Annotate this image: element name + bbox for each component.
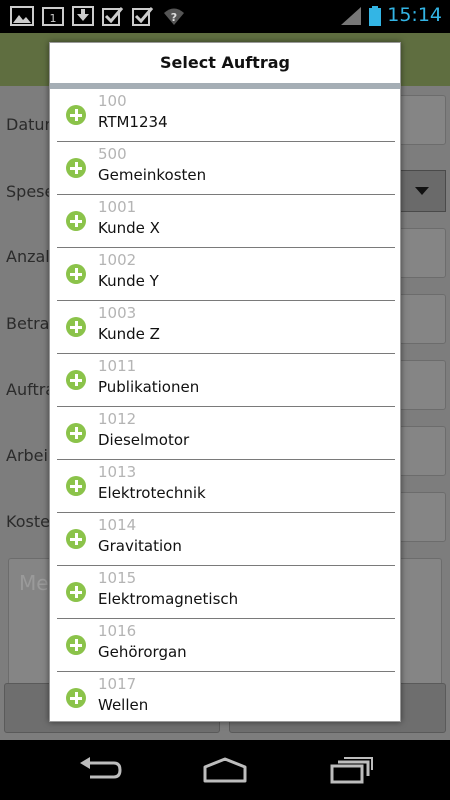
item-code: 1013 — [98, 463, 137, 481]
form-label-kosten: Koste — [6, 512, 50, 531]
dialog-title: Select Auftrag — [160, 53, 290, 72]
add-icon — [66, 317, 86, 337]
battery-icon — [369, 6, 381, 26]
item-name: Gemeinkosten — [98, 166, 207, 184]
add-icon — [66, 105, 86, 125]
item-name: Elektromagnetisch — [98, 590, 239, 608]
download-icon — [72, 6, 94, 26]
list-item[interactable]: 1012 Dieselmotor — [57, 407, 395, 460]
svg-text:1: 1 — [50, 12, 57, 25]
list-item[interactable]: 1017 Wellen — [57, 672, 395, 715]
item-name: Dieselmotor — [98, 431, 190, 449]
select-auftrag-dialog: Select Auftrag 100 RTM1234 500 Gemeinkos… — [49, 42, 401, 722]
signal-icon — [341, 7, 361, 25]
list-item[interactable]: 1015 Elektromagnetisch — [57, 566, 395, 619]
item-code: 1015 — [98, 569, 137, 587]
recent-apps-icon[interactable] — [328, 755, 376, 785]
item-code: 100 — [98, 92, 127, 110]
form-field-kosten — [398, 492, 446, 542]
add-icon — [66, 370, 86, 390]
item-name: Gravitation — [98, 537, 182, 555]
form-field-anzahl — [398, 228, 446, 278]
home-icon[interactable] — [201, 755, 249, 785]
form-label-anzahl: Anzal — [6, 247, 50, 266]
list-item[interactable]: 1011 Publikationen — [57, 354, 395, 407]
form-label-auftrag: Auftra — [6, 380, 56, 399]
item-code: 1001 — [98, 198, 137, 216]
checkbox-icon — [102, 7, 124, 26]
auftrag-list[interactable]: 100 RTM1234 500 Gemeinkosten 1001 Kunde … — [50, 89, 400, 715]
item-name: Kunde Z — [98, 325, 160, 343]
item-code: 1011 — [98, 357, 137, 375]
list-item[interactable]: 1016 Gehörorgan — [57, 619, 395, 672]
item-name: Kunde X — [98, 219, 160, 237]
dropdown-arrow-icon — [415, 187, 429, 195]
add-icon — [66, 635, 86, 655]
add-icon — [66, 476, 86, 496]
add-icon — [66, 158, 86, 178]
item-code: 1002 — [98, 251, 137, 269]
item-name: Publikationen — [98, 378, 200, 396]
list-item[interactable]: 100 RTM1234 — [57, 89, 395, 142]
memo-placeholder: Me — [19, 571, 49, 595]
item-code: 1016 — [98, 622, 137, 640]
status-bar: 1 ? 15:14 — [0, 0, 450, 33]
image-icon — [10, 6, 34, 26]
add-icon — [66, 582, 86, 602]
wifi-question-icon: ? — [164, 8, 184, 25]
svg-text:?: ? — [171, 11, 177, 24]
back-icon[interactable] — [76, 755, 124, 785]
checkbox-icon — [132, 7, 154, 26]
item-name: Gehörorgan — [98, 643, 187, 661]
item-name: Elektrotechnik — [98, 484, 206, 502]
list-item[interactable]: 1013 Elektrotechnik — [57, 460, 395, 513]
list-item[interactable]: 1014 Gravitation — [57, 513, 395, 566]
add-icon — [66, 211, 86, 231]
item-code: 1003 — [98, 304, 137, 322]
add-icon — [66, 529, 86, 549]
item-name: RTM1234 — [98, 113, 168, 131]
form-label-spesen: Spese — [6, 182, 55, 201]
list-item[interactable]: 1003 Kunde Z — [57, 301, 395, 354]
form-field-auftrag — [398, 360, 446, 410]
item-code: 1014 — [98, 516, 137, 534]
item-code: 1012 — [98, 410, 137, 428]
list-item[interactable]: 1002 Kunde Y — [57, 248, 395, 301]
add-icon — [66, 688, 86, 708]
clock: 15:14 — [387, 4, 442, 26]
form-field-betrag — [398, 294, 446, 344]
navigation-bar — [0, 740, 450, 800]
calendar-icon: 1 — [42, 7, 64, 26]
form-label-betrag: Betra — [6, 314, 50, 333]
item-name: Kunde Y — [98, 272, 159, 290]
form-field-datum — [398, 95, 446, 145]
item-code: 500 — [98, 145, 127, 163]
item-name: Wellen — [98, 696, 149, 714]
add-icon — [66, 423, 86, 443]
add-icon — [66, 264, 86, 284]
list-item[interactable]: 500 Gemeinkosten — [57, 142, 395, 195]
item-code: 1017 — [98, 675, 137, 693]
form-spinner-spesen — [398, 170, 446, 212]
form-label-arbeit: Arbei — [6, 446, 48, 465]
list-item[interactable]: 1001 Kunde X — [57, 195, 395, 248]
form-field-arbeit — [398, 426, 446, 476]
